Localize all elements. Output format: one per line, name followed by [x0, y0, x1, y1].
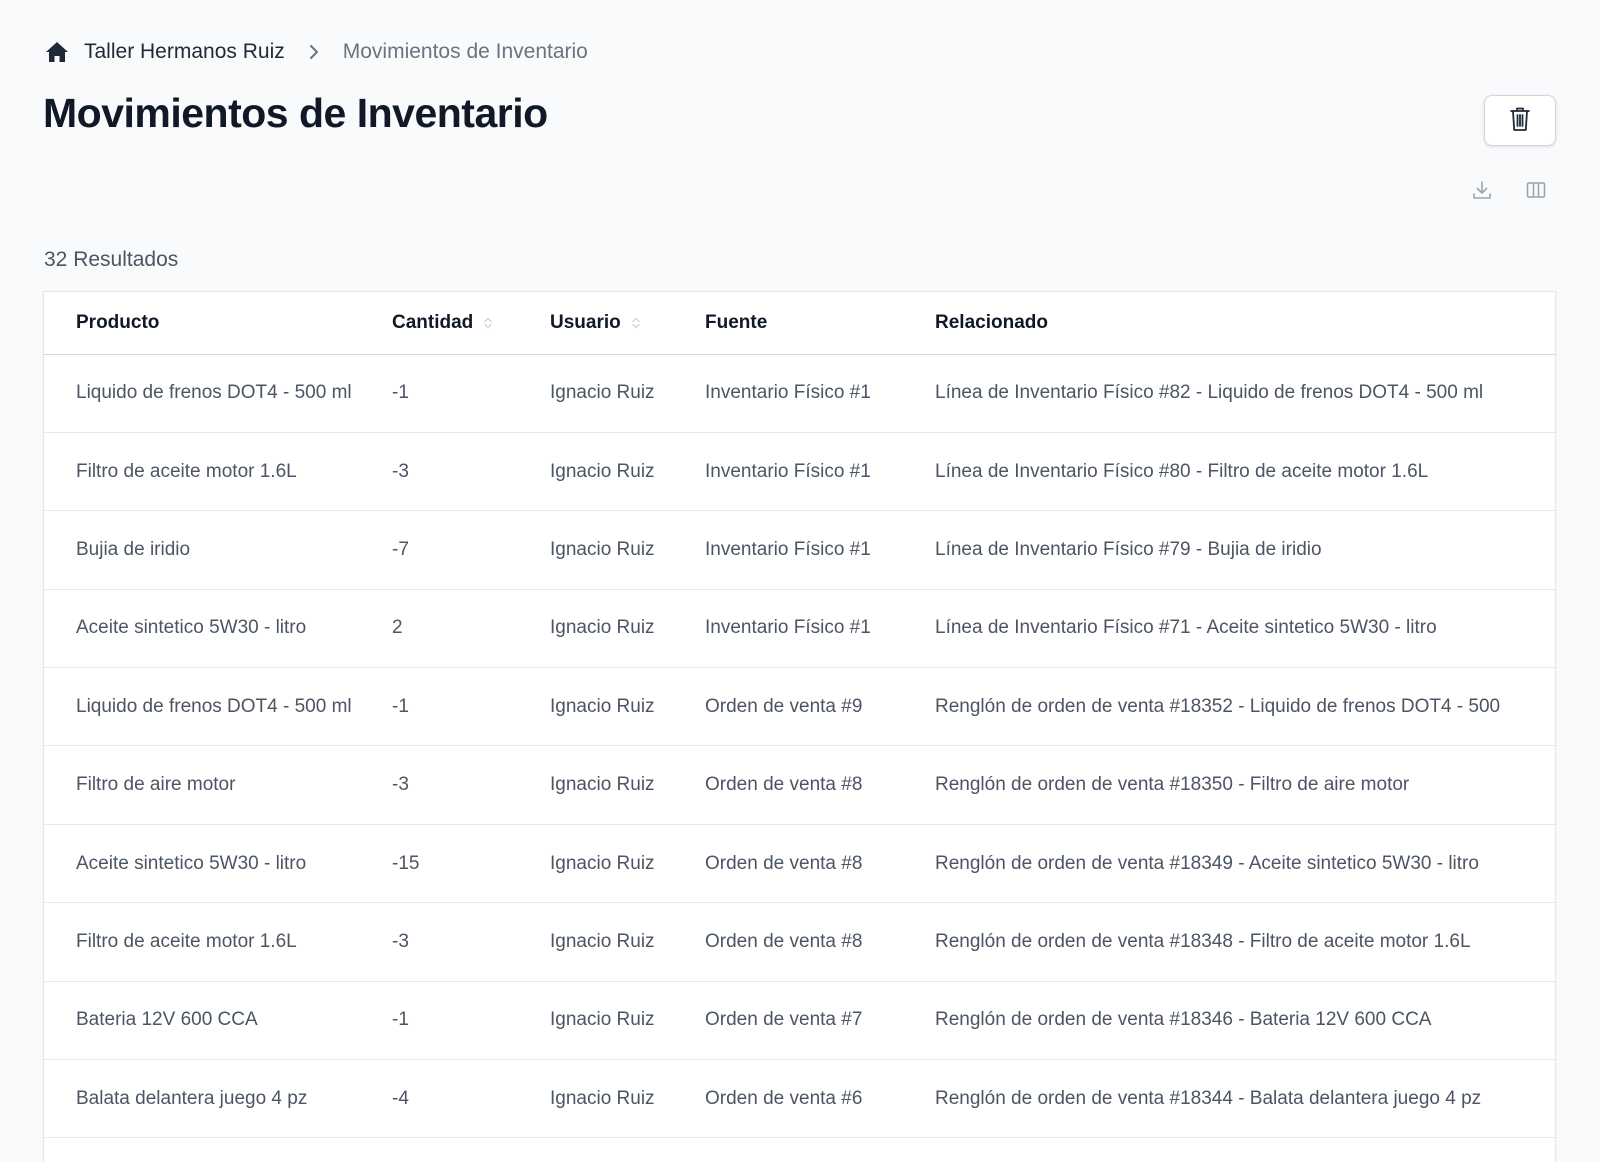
table-header: Producto Cantidad Usuario Fuente Relacio… [44, 292, 1555, 355]
breadcrumb: Taller Hermanos Ruiz Movimientos de Inve… [44, 36, 588, 68]
cell-fuente: Orden de venta #8 [705, 824, 935, 904]
column-label: Fuente [705, 311, 768, 333]
cell-usuario: Ignacio Ruiz [550, 432, 705, 512]
column-header-usuario[interactable]: Usuario [550, 292, 705, 355]
table-row[interactable]: Liquido de frenos DOT4 - 500 ml -1 Ignacio… [44, 667, 1555, 747]
chevron-right-icon [307, 45, 321, 59]
column-label: Producto [76, 311, 160, 333]
page-title: Movimientos de Inventario [43, 90, 548, 136]
cell-relacionado: Renglón de orden de venta #18346 - Bater… [935, 981, 1555, 1061]
column-header-relacionado: Relacionado [935, 292, 1555, 355]
cell-producto: Liquido de frenos DOT4 - 500 ml [44, 354, 392, 433]
table-row[interactable]: Filtro de aceite motor 1.6L -3 Ignacio Rui… [44, 902, 1555, 982]
cell-fuente: Orden de venta #8 [705, 745, 935, 825]
cell-producto: Balata delantera juego 4 pz [44, 1059, 392, 1139]
cell-usuario: Ignacio Ruiz [550, 354, 705, 433]
download-icon[interactable] [1468, 176, 1496, 204]
cell-producto: Aceite sintetico 5W30 - litro [44, 589, 392, 669]
column-header-producto: Producto [44, 292, 392, 355]
cell-cantidad: -1 [392, 354, 550, 433]
cell-usuario: Ignacio Ruiz [550, 510, 705, 590]
cell-relacionado: Renglón de orden de venta #18349 - Aceit… [935, 824, 1555, 904]
table-row[interactable]: Aceite sintetico 5W30 - litro -15 Ignacio … [44, 824, 1555, 904]
breadcrumb-workspace-link[interactable]: Taller Hermanos Ruiz [84, 40, 285, 64]
cell-relacionado: Renglón de orden de venta #18348 - Filtr… [935, 902, 1555, 982]
delete-button[interactable] [1484, 95, 1556, 146]
cell-cantidad: -4 [392, 1059, 550, 1139]
cell-relacionado: Línea de Inventario Físico #71 - Aceite … [935, 589, 1555, 669]
table-row[interactable]: Liquido de frenos DOT4 - 500 ml -1 Ignacio… [44, 354, 1555, 433]
cell-relacionado: Renglón de orden de venta #18344 - Balat… [935, 1059, 1555, 1139]
table-row[interactable]: Filtro de aceite motor 1.6L -3 Ignacio Rui… [44, 432, 1555, 512]
cell-producto: Bujia de iridio [44, 510, 392, 590]
cell-fuente: Inventario Físico #1 [705, 510, 935, 590]
cell-cantidad: -1 [392, 981, 550, 1061]
column-label: Relacionado [935, 311, 1048, 333]
cell-producto: Filtro de aire motor [44, 745, 392, 825]
cell-fuente: Orden de venta #6 [705, 1059, 935, 1139]
cell-fuente: Orden de venta #9 [705, 667, 935, 747]
results-count: 32 Resultados [44, 248, 179, 271]
sort-icon[interactable] [631, 316, 641, 330]
cell-producto: Liquido de frenos DOT4 - 500 ml [44, 667, 392, 747]
column-label: Cantidad [392, 311, 474, 333]
cell-producto: Filtro de aceite motor 1.6L [44, 902, 392, 982]
table-row[interactable]: Bateria 12V 600 CCA -1 Ignacio Ruiz Orden d… [44, 981, 1555, 1061]
cell-usuario: Ignacio Ruiz [550, 745, 705, 825]
cell-usuario: Ignacio Ruiz [550, 902, 705, 982]
cell-relacionado: Renglón de orden de venta #18350 - Filtr… [935, 745, 1555, 825]
cell-fuente: Inventario Físico #1 [705, 589, 935, 669]
cell-cantidad: -15 [392, 824, 550, 904]
table-row[interactable]: Aceite sintetico 5W30 - litro 2 Ignacio Ru… [44, 589, 1555, 669]
inventory-movements-page: Taller Hermanos Ruiz Movimientos de Inve… [0, 0, 1600, 1162]
cell-relacionado: Línea de Inventario Físico #82 - Liquido… [935, 354, 1555, 433]
cell-fuente: Inventario Físico #1 [705, 432, 935, 512]
cell-relacionado: Línea de Inventario Físico #79 - Bujia d… [935, 510, 1555, 590]
cell-relacionado: Renglón de orden de venta #18352 - Liqui… [935, 667, 1555, 747]
table-row[interactable]: Balata delantera juego 4 pz -4 Ignacio Rui… [44, 1059, 1555, 1139]
column-label: Usuario [550, 311, 621, 333]
cell-fuente: Orden de venta #7 [705, 981, 935, 1061]
inventory-movements-table: Producto Cantidad Usuario Fuente Relacio… [43, 291, 1556, 1162]
cell-usuario: Ignacio Ruiz [550, 667, 705, 747]
cell-fuente: Inventario Físico #1 [705, 354, 935, 433]
cell-producto: Bateria 12V 600 CCA [44, 981, 392, 1061]
sort-icon[interactable] [483, 316, 493, 330]
cell-usuario: Ignacio Ruiz [550, 589, 705, 669]
cell-cantidad: -3 [392, 902, 550, 982]
column-header-fuente: Fuente [705, 292, 935, 355]
cell-usuario: Ignacio Ruiz [550, 824, 705, 904]
cell-usuario: Ignacio Ruiz [550, 981, 705, 1061]
cell-cantidad: -3 [392, 432, 550, 512]
cell-producto: Aceite sintetico 5W30 - litro [44, 824, 392, 904]
trash-icon [1509, 106, 1531, 135]
breadcrumb-current: Movimientos de Inventario [342, 40, 588, 63]
table-row[interactable]: Bujia de iridio -7 Ignacio Ruiz Inventario … [44, 510, 1555, 590]
column-header-cantidad[interactable]: Cantidad [392, 292, 550, 355]
cell-cantidad: -7 [392, 510, 550, 590]
cell-usuario: Ignacio Ruiz [550, 1059, 705, 1139]
columns-icon[interactable] [1522, 176, 1550, 204]
cell-relacionado: Línea de Inventario Físico #80 - Filtro … [935, 432, 1555, 512]
table-row[interactable]: Filtro de aire motor -3 Ignacio Ruiz Orden … [44, 745, 1555, 825]
cell-producto: Filtro de aceite motor 1.6L [44, 432, 392, 512]
table-body: Liquido de frenos DOT4 - 500 ml -1 Ignacio… [44, 354, 1555, 1139]
cell-cantidad: -1 [392, 667, 550, 747]
cell-cantidad: 2 [392, 589, 550, 669]
cell-cantidad: -3 [392, 745, 550, 825]
home-icon[interactable] [44, 39, 70, 65]
cell-fuente: Orden de venta #8 [705, 902, 935, 982]
